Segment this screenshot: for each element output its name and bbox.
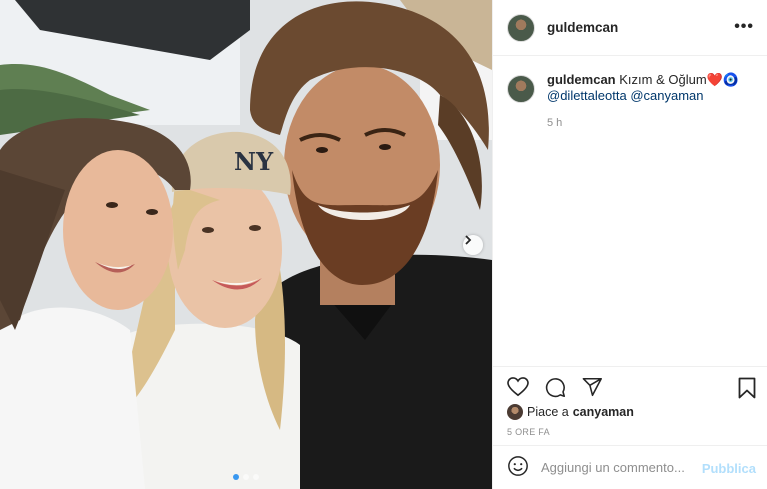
comment-icon[interactable] — [545, 377, 566, 401]
carousel-dot — [253, 474, 259, 480]
bookmark-icon[interactable] — [738, 377, 756, 402]
caption-time[interactable]: 5 h — [547, 117, 562, 129]
avatar[interactable] — [507, 13, 535, 42]
more-icon[interactable]: ••• — [734, 18, 754, 36]
caption-avatar[interactable] — [507, 75, 535, 103]
publish-button[interactable]: Pubblica — [702, 461, 756, 476]
caption-emojis: ❤️🧿 — [706, 72, 740, 87]
likes-summary[interactable]: Piace a canyaman — [507, 404, 634, 420]
post-timestamp[interactable]: 5 ORE FA — [507, 427, 550, 437]
mention-link[interactable]: @canyaman — [630, 88, 703, 103]
emoji-icon[interactable] — [507, 455, 529, 480]
svg-text:NY: NY — [234, 147, 274, 176]
post-actions: Piace a canyaman 5 ORE FA — [493, 366, 767, 456]
post-caption: guldemcan Kızım & Oğlum❤️🧿 @dilettaleott… — [507, 72, 757, 104]
share-icon[interactable] — [582, 377, 603, 401]
post-header: guldemcan ••• — [493, 0, 767, 56]
chevron-right-icon — [465, 235, 472, 245]
likes-prefix: Piace a — [527, 405, 569, 419]
carousel-indicator — [0, 474, 492, 480]
carousel-dot — [243, 474, 249, 480]
liker-username[interactable]: canyaman — [573, 405, 634, 419]
caption-username[interactable]: guldemcan — [547, 72, 616, 87]
liker-avatar — [507, 404, 523, 420]
carousel-next-button[interactable] — [463, 235, 483, 255]
comment-bar: Pubblica — [493, 445, 767, 489]
caption-text: Kızım & Oğlum — [615, 72, 707, 87]
heart-icon[interactable] — [507, 377, 529, 401]
comment-input[interactable] — [541, 460, 709, 475]
carousel-dot-active — [233, 474, 239, 480]
mention-link[interactable]: @dilettaleotta — [547, 88, 627, 103]
post-photo[interactable]: NY — [0, 0, 492, 489]
post-side-panel: guldemcan ••• guldemcan Kızım & Oğlum❤️🧿… — [492, 0, 767, 489]
header-username[interactable]: guldemcan — [547, 20, 618, 35]
photo-illustration: NY — [0, 0, 492, 489]
